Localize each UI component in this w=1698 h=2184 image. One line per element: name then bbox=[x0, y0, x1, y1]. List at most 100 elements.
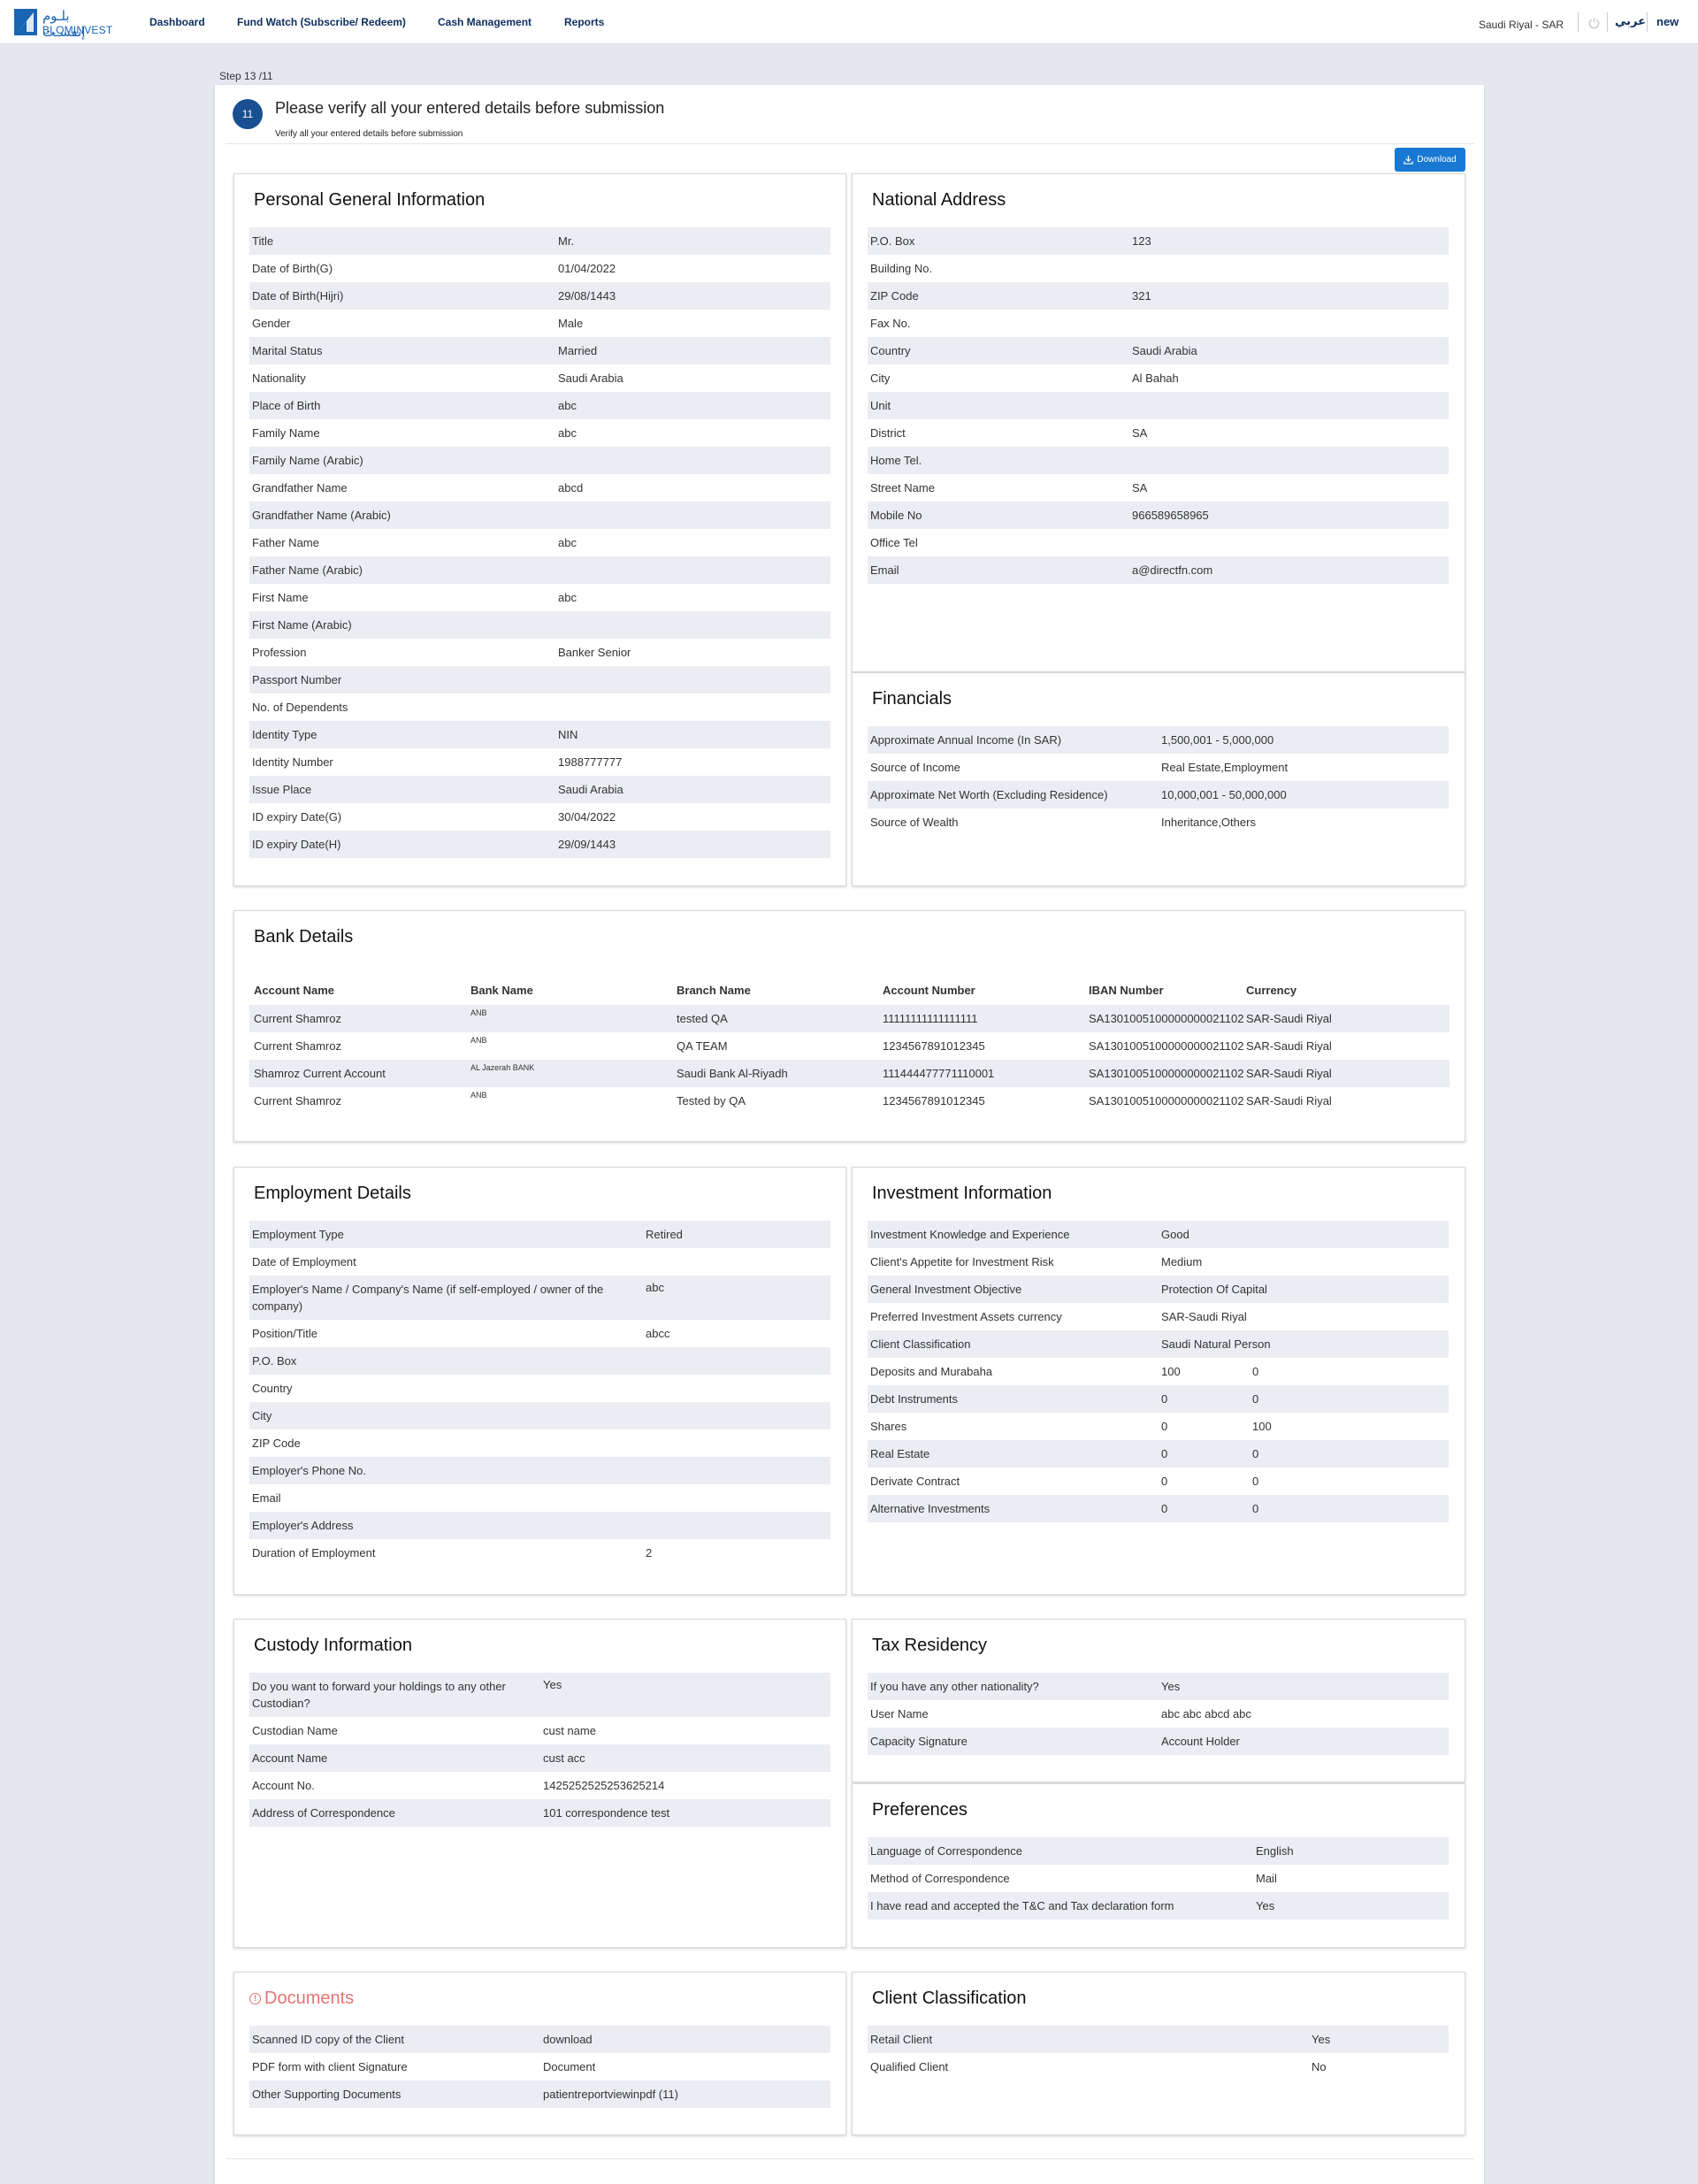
table-cell: QA TEAM bbox=[677, 1039, 728, 1053]
tax-residency-panel: Tax Residency If you have any other nati… bbox=[852, 1619, 1465, 1782]
custody-list: Do you want to forward your holdings to … bbox=[249, 1673, 830, 1827]
info-row: Gender Male bbox=[249, 310, 830, 337]
info-row: Source of Wealth Inheritance,Others bbox=[868, 808, 1449, 836]
financials-list: Approximate Annual Income (In SAR) 1,500,… bbox=[868, 726, 1449, 836]
info-row: ID expiry Date(G) 30/04/2022 bbox=[249, 803, 830, 831]
info-row: No. of Dependents bbox=[249, 694, 830, 721]
panel-title: Tax Residency bbox=[872, 1636, 988, 1655]
info-row: I have read and accepted the T&C and Tax… bbox=[868, 1892, 1449, 1920]
warning-icon: ! bbox=[249, 1993, 261, 2005]
table-cell: tested QA bbox=[677, 1012, 728, 1025]
field-label: Other Supporting Documents bbox=[252, 2088, 402, 2101]
panel-title: Investment Information bbox=[872, 1184, 1052, 1203]
info-row: Alternative Investments 0 0 bbox=[868, 1495, 1449, 1522]
field-label: No. of Dependents bbox=[252, 701, 348, 714]
field-label: Date of Employment bbox=[252, 1255, 356, 1268]
nav-dashboard[interactable]: Dashboard bbox=[149, 16, 205, 28]
field-label: Approximate Net Worth (Excluding Residen… bbox=[870, 788, 1108, 801]
info-row: Duration of Employment 2 bbox=[249, 1539, 830, 1567]
info-row: Place of Birth abc bbox=[249, 392, 830, 419]
nav-reports[interactable]: Reports bbox=[564, 16, 604, 28]
info-row: P.O. Box bbox=[249, 1347, 830, 1375]
field-value: abcc bbox=[646, 1327, 670, 1340]
field-value: 101 correspondence test bbox=[543, 1806, 670, 1820]
field-label: ZIP Code bbox=[252, 1437, 301, 1450]
field-label: Unit bbox=[870, 399, 891, 412]
table-cell: AL Jazerah BANK bbox=[470, 1063, 535, 1072]
classification-list: Retail Client Yes Qualified Client No bbox=[868, 2026, 1449, 2081]
divider bbox=[1578, 12, 1579, 32]
info-row: First Name (Arabic) bbox=[249, 611, 830, 639]
panel-title: ! Documents bbox=[249, 1989, 354, 2009]
field-label: Family Name bbox=[252, 426, 320, 440]
preferences-list: Language of Correspondence English Method … bbox=[868, 1837, 1449, 1920]
step-number-badge: 11 bbox=[233, 99, 263, 129]
info-row: City Al Bahah bbox=[868, 364, 1449, 392]
field-value: 01/04/2022 bbox=[558, 262, 616, 275]
table-cell: 11111111111111111 bbox=[883, 1012, 978, 1025]
logo-text: BLOMINVEST bbox=[42, 24, 113, 36]
field-label: PDF form with client Signature bbox=[252, 2060, 408, 2073]
table-cell: 1234567891012345 bbox=[883, 1039, 985, 1053]
field-value: Inheritance,Others bbox=[1161, 816, 1256, 829]
logo-mark-icon bbox=[14, 9, 37, 35]
table-row: Current Shamroz ANB tested QA 1111111111111… bbox=[249, 1005, 1449, 1032]
nav-cash-management[interactable]: Cash Management bbox=[438, 16, 532, 28]
info-row: Employer's Name / Company's Name (if sel… bbox=[249, 1276, 830, 1320]
field-label: Source of Wealth bbox=[870, 816, 959, 829]
table-cell: ANB bbox=[470, 1008, 487, 1017]
divider bbox=[226, 143, 1474, 144]
field-label: First Name (Arabic) bbox=[252, 618, 352, 632]
field-label: Source of Income bbox=[870, 761, 960, 774]
field-value: Account Holder bbox=[1161, 1735, 1240, 1748]
info-row: Grandfather Name (Arabic) bbox=[249, 502, 830, 529]
field-value: Mail bbox=[1256, 1872, 1277, 1885]
info-row: Investment Knowledge and Experience Good bbox=[868, 1221, 1449, 1248]
field-label: Investment Knowledge and Experience bbox=[870, 1228, 1070, 1241]
field-value: Yes bbox=[543, 1678, 562, 1691]
nav-fund-watch[interactable]: Fund Watch (Subscribe/ Redeem) bbox=[237, 16, 406, 28]
field-value: Married bbox=[558, 344, 598, 357]
table-cell: Saudi Bank Al-Riyadh bbox=[677, 1067, 788, 1080]
field-value: SAR-Saudi Riyal bbox=[1161, 1310, 1247, 1323]
info-row: Derivate Contract 0 0 bbox=[868, 1467, 1449, 1495]
field-value: Saudi Natural Person bbox=[1161, 1337, 1271, 1351]
info-row: Country bbox=[249, 1375, 830, 1402]
table-cell: Current Shamroz bbox=[254, 1039, 341, 1053]
field-label: Issue Place bbox=[252, 783, 312, 796]
info-row: ZIP Code 321 bbox=[868, 282, 1449, 310]
column-header: Currency bbox=[1246, 984, 1297, 997]
column-header: IBAN Number bbox=[1089, 984, 1164, 997]
field-value: English bbox=[1256, 1844, 1294, 1858]
table-cell: Current Shamroz bbox=[254, 1012, 341, 1025]
personal-info-list: Title Mr. Date of Birth(G) 01/04/2022 Date o… bbox=[249, 227, 830, 858]
currency-selector[interactable]: Saudi Riyal - SAR bbox=[1479, 19, 1564, 31]
info-row: Date of Birth(Hijri) 29/08/1443 bbox=[249, 282, 830, 310]
divider bbox=[1607, 12, 1608, 32]
custody-panel: Custody Information Do you want to forwa… bbox=[233, 1619, 846, 1948]
info-row: Custodian Name cust name bbox=[249, 1717, 830, 1744]
info-row: City bbox=[249, 1402, 830, 1429]
info-row: Passport Number bbox=[249, 666, 830, 694]
field-label: Place of Birth bbox=[252, 399, 321, 412]
table-cell: Shamroz Current Account bbox=[254, 1067, 386, 1080]
field-label: If you have any other nationality? bbox=[870, 1680, 1039, 1693]
panel-title: Client Classification bbox=[872, 1989, 1027, 2008]
field-value: Saudi Arabia bbox=[558, 372, 623, 385]
blominvest-logo[interactable]: بلـوم إنفسـت BLOMINVEST bbox=[14, 8, 113, 40]
download-button[interactable]: Download bbox=[1395, 148, 1465, 172]
field-label: Employer's Phone No. bbox=[252, 1464, 366, 1477]
info-row: Capacity Signature Account Holder bbox=[868, 1728, 1449, 1755]
info-row: Address of Correspondence 101 corresponde… bbox=[249, 1799, 830, 1827]
panel-title: Preferences bbox=[872, 1800, 968, 1820]
documents-list: Scanned ID copy of the Client download PDF… bbox=[249, 2026, 830, 2108]
info-row: Title Mr. bbox=[249, 227, 830, 255]
field-label: Shares bbox=[870, 1420, 907, 1433]
field-value: 10,000,001 - 50,000,000 bbox=[1161, 788, 1287, 801]
user-name[interactable]: new bbox=[1656, 15, 1679, 28]
info-row: Identity Type NIN bbox=[249, 721, 830, 748]
power-icon[interactable] bbox=[1587, 17, 1601, 30]
language-toggle[interactable]: عربي bbox=[1615, 15, 1646, 28]
field-label: First Name bbox=[252, 591, 309, 604]
field-label: Address of Correspondence bbox=[252, 1806, 395, 1820]
